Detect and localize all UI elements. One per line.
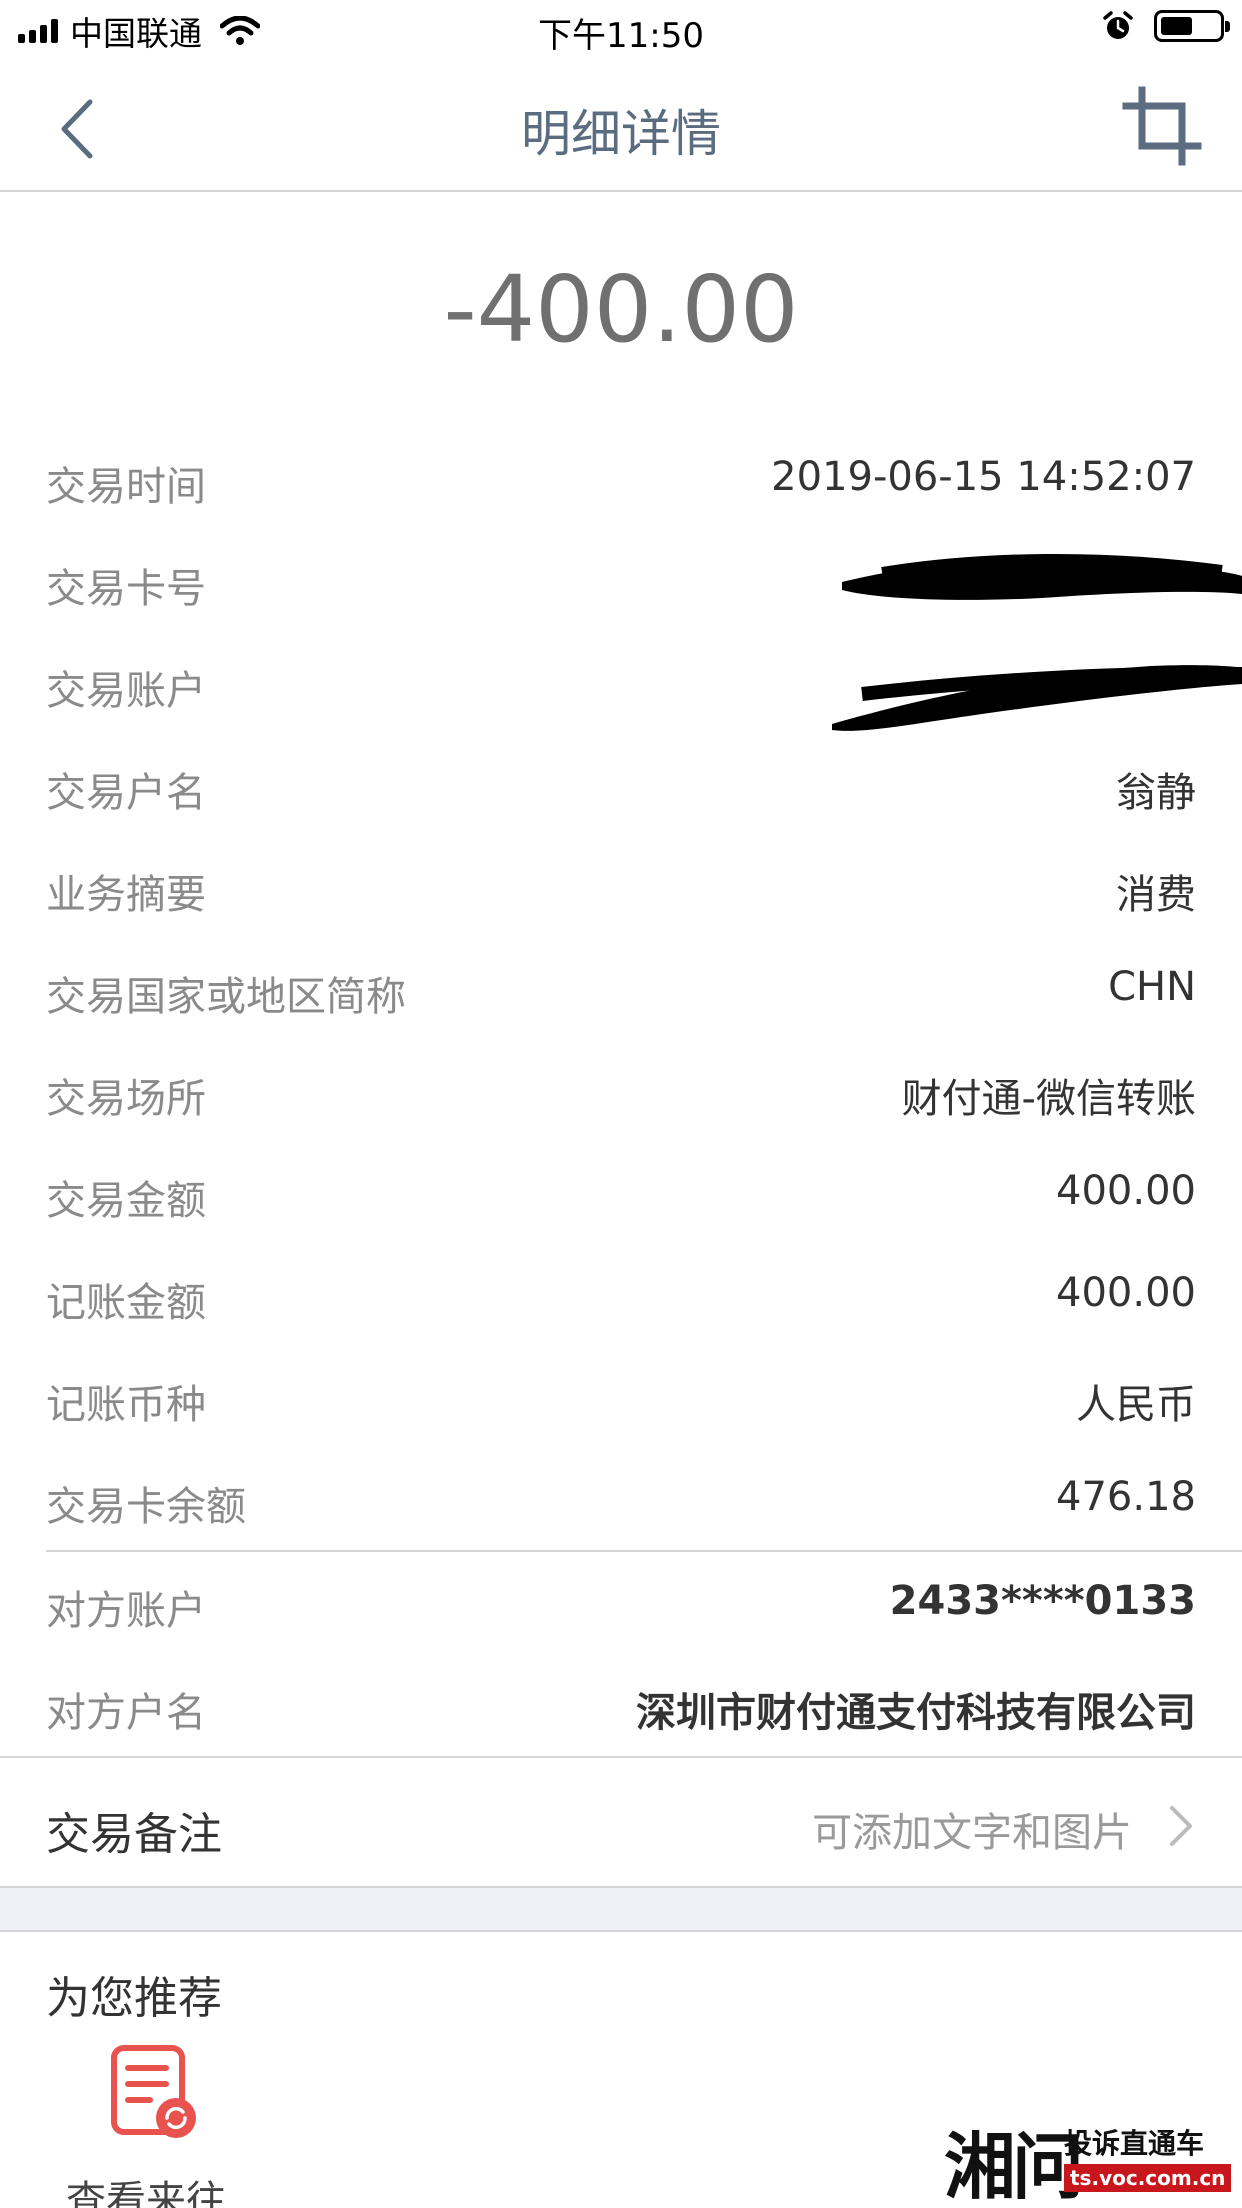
status-right: [1102, 10, 1230, 42]
detail-value: 深圳市财付通支付科技有限公司: [636, 1690, 1196, 1736]
recommend-item-label: 查看来往: [66, 2178, 226, 2208]
detail-value: CHN: [1108, 964, 1196, 1010]
detail-label: 交易场所: [46, 1076, 206, 1122]
redaction-scribble: [832, 665, 1242, 731]
detail-label: 记账币种: [46, 1382, 206, 1428]
transaction-detail-screen: 中国联通 下午11:50 明细详情 -400.00 交易时间 2019-06-1…: [0, 0, 1242, 2208]
detail-row-card-number: 交易卡号: [0, 530, 1242, 632]
watermark-tagline: 投诉直通车: [1064, 2127, 1205, 2160]
detail-row-counterparty-account: 对方账户 2433****0133: [0, 1552, 1242, 1654]
watermark-logo: 湘问 投诉直通车 ts.voc.com.cn: [944, 2108, 1232, 2208]
detail-label: 交易金额: [46, 1178, 206, 1224]
detail-label: 交易卡余额: [46, 1484, 246, 1530]
detail-value: 400.00: [1056, 1270, 1196, 1316]
crop-icon[interactable]: [1122, 86, 1202, 166]
detail-label: 对方户名: [46, 1690, 206, 1736]
redaction-scribble: [842, 553, 1242, 600]
detail-list: 交易时间 2019-06-15 14:52:07 交易卡号 交易账户 交易户名 …: [0, 428, 1242, 1756]
detail-row-amount: 交易金额 400.00: [0, 1142, 1242, 1244]
alarm-icon: [1103, 11, 1133, 39]
detail-label: 记账金额: [46, 1280, 206, 1326]
transaction-amount: -400.00: [443, 256, 799, 363]
detail-row-account: 交易账户: [0, 632, 1242, 734]
recommend-item-view-history[interactable]: 查看来往: [66, 2040, 236, 2208]
remark-row[interactable]: 交易备注 可添加文字和图片: [0, 1756, 1242, 1888]
detail-value: 2019-06-15 14:52:07: [771, 454, 1196, 500]
detail-value: 400.00: [1056, 1168, 1196, 1214]
section-separator: [0, 1888, 1242, 1932]
detail-row-account-name: 交易户名 翁静: [0, 734, 1242, 836]
battery-icon: [1154, 10, 1230, 42]
detail-row-country: 交易国家或地区简称 CHN: [0, 938, 1242, 1040]
detail-value: 人民币: [1076, 1382, 1196, 1428]
status-bar: 中国联通 下午11:50: [0, 0, 1242, 62]
detail-row-booked-amount: 记账金额 400.00: [0, 1244, 1242, 1346]
recommend-title: 为您推荐: [46, 1973, 222, 2024]
detail-row-counterparty-name: 对方户名 深圳市财付通支付科技有限公司: [0, 1654, 1242, 1756]
detail-label: 交易户名: [46, 770, 206, 816]
document-refresh-icon: [111, 2045, 196, 2138]
detail-value: 消费: [1116, 872, 1196, 918]
detail-row-time: 交易时间 2019-06-15 14:52:07: [0, 428, 1242, 530]
watermark-url: ts.voc.com.cn: [1064, 2164, 1232, 2192]
status-time: 下午11:50: [538, 16, 704, 56]
page-title: 明细详情: [521, 105, 721, 163]
watermark-logo-text: 湘问: [944, 2125, 1084, 2208]
detail-value: 财付通-微信转账: [901, 1076, 1196, 1122]
detail-label: 交易卡号: [46, 566, 206, 612]
detail-value: 翁静: [1116, 770, 1196, 816]
nav-bar: 明细详情: [0, 62, 1242, 192]
chevron-right-icon: [1170, 1806, 1192, 1846]
remark-hint: 可添加文字和图片: [812, 1810, 1132, 1856]
detail-value: 476.18: [1056, 1474, 1196, 1520]
detail-row-merchant: 交易场所 财付通-微信转账: [0, 1040, 1242, 1142]
detail-label: 交易国家或地区简称: [46, 974, 406, 1020]
detail-value: 2433****0133: [889, 1578, 1196, 1624]
detail-row-currency: 记账币种 人民币: [0, 1346, 1242, 1448]
detail-label: 对方账户: [46, 1588, 206, 1634]
detail-row-summary: 业务摘要 消费: [0, 836, 1242, 938]
detail-row-balance: 交易卡余额 476.18: [0, 1448, 1242, 1550]
detail-label: 交易时间: [46, 464, 206, 510]
detail-label: 业务摘要: [46, 872, 206, 918]
detail-label: 交易账户: [46, 668, 206, 714]
remark-label: 交易备注: [46, 1809, 222, 1860]
